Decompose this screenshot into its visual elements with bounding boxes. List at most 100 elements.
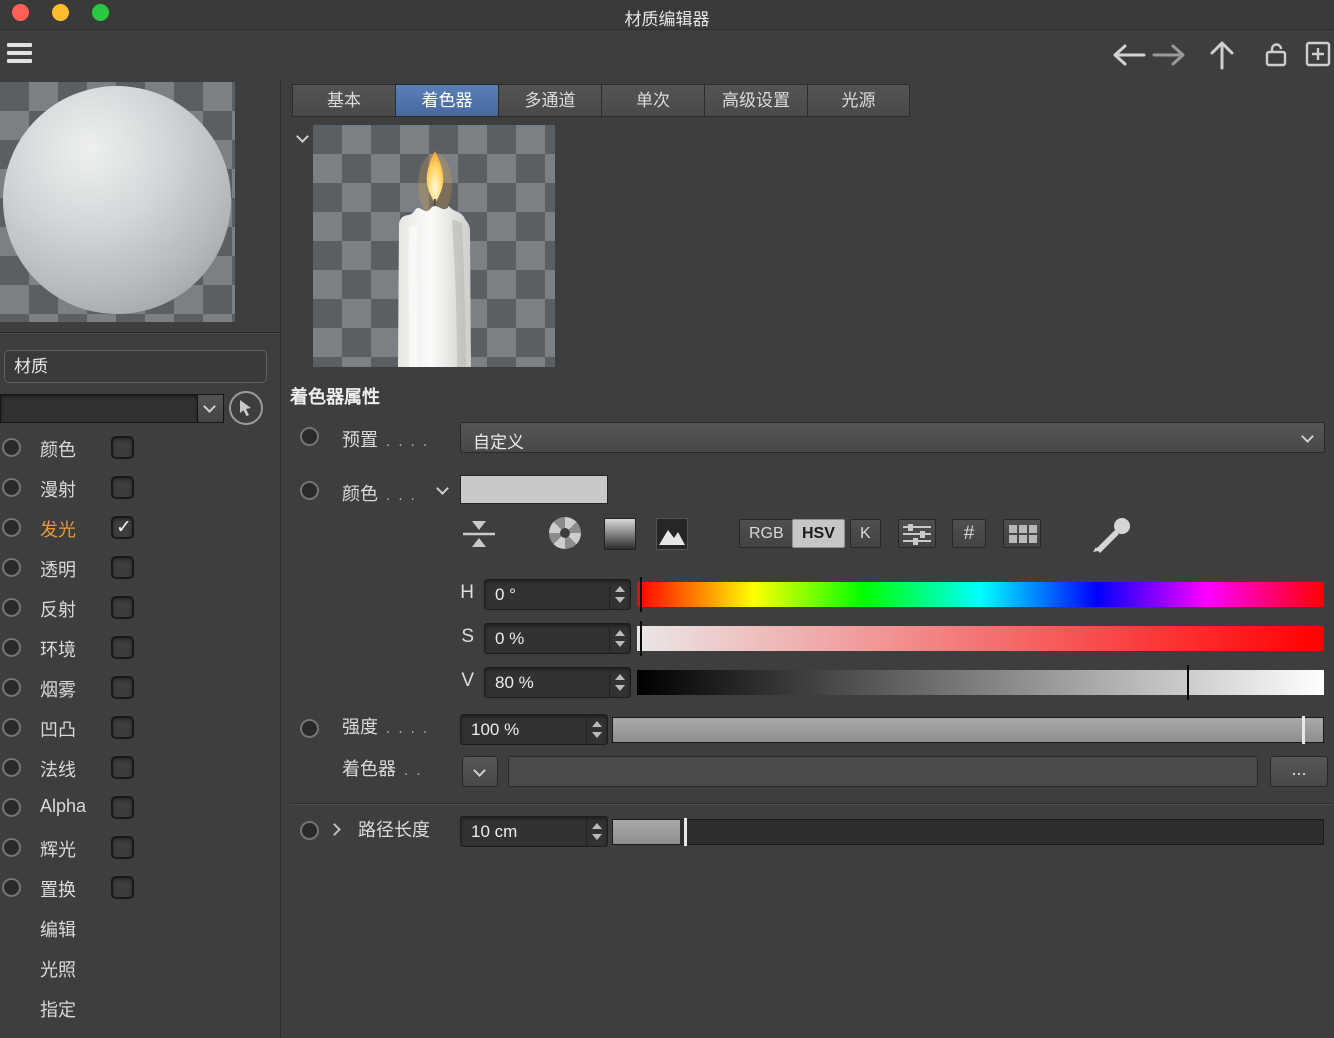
- channel-checkbox[interactable]: [111, 596, 134, 619]
- material-name-field[interactable]: 材质: [4, 350, 267, 383]
- tab-advanced[interactable]: 高级设置: [704, 84, 807, 117]
- spinner-arrows[interactable]: [586, 817, 607, 846]
- hue-gradient-slider[interactable]: [637, 577, 1324, 612]
- preset-anim-radio[interactable]: [300, 427, 319, 446]
- channel-enable-radio[interactable]: [2, 518, 21, 537]
- intensity-anim-radio[interactable]: [300, 719, 319, 738]
- channel-label[interactable]: 漫射: [40, 476, 76, 502]
- channel-enable-radio[interactable]: [2, 478, 21, 497]
- channel-enable-radio[interactable]: [2, 838, 21, 857]
- channel-checkbox[interactable]: [111, 756, 134, 779]
- spinner-up-icon[interactable]: [615, 586, 625, 592]
- add-window-icon[interactable]: [1305, 41, 1331, 67]
- preset-dropdown[interactable]: 自定义: [460, 422, 1325, 453]
- saturation-marker[interactable]: [639, 621, 642, 656]
- channel-checkbox[interactable]: [111, 516, 134, 539]
- value-value-field[interactable]: 80 %: [484, 667, 631, 698]
- intensity-value-field[interactable]: 100 %: [460, 714, 608, 745]
- channel-label[interactable]: 辉光: [40, 836, 76, 862]
- spinner-up-icon[interactable]: [615, 674, 625, 680]
- channel-enable-radio[interactable]: [2, 678, 21, 697]
- color-wheel-icon[interactable]: [549, 517, 581, 549]
- slider-thumb[interactable]: [684, 818, 687, 846]
- hue-value-field[interactable]: 0 °: [484, 579, 631, 610]
- mixer-mode-button[interactable]: [898, 519, 936, 548]
- path-length-slider[interactable]: [612, 818, 1324, 846]
- channel-enable-radio[interactable]: [2, 718, 21, 737]
- compare-colors-icon[interactable]: [460, 517, 498, 551]
- value-gradient-slider[interactable]: [637, 665, 1324, 700]
- slider-thumb[interactable]: [1301, 716, 1305, 744]
- sidebar-item-label[interactable]: 光照: [40, 956, 76, 982]
- spinner-down-icon[interactable]: [615, 685, 625, 691]
- spinner-arrows[interactable]: [586, 715, 607, 744]
- lock-icon[interactable]: [1264, 41, 1288, 68]
- channel-label[interactable]: 置换: [40, 876, 76, 902]
- channel-checkbox[interactable]: [111, 876, 134, 899]
- spinner-arrows[interactable]: [609, 580, 630, 609]
- channel-enable-radio[interactable]: [2, 798, 21, 817]
- shader-type-dropdown[interactable]: [462, 756, 498, 787]
- channel-checkbox[interactable]: [111, 436, 134, 459]
- gradient-mode-icon[interactable]: [604, 518, 636, 550]
- spinner-up-icon[interactable]: [592, 721, 602, 727]
- path-length-value-field[interactable]: 10 cm: [460, 816, 608, 847]
- channel-checkbox[interactable]: [111, 716, 134, 739]
- spinner-down-icon[interactable]: [615, 641, 625, 647]
- spinner-down-icon[interactable]: [615, 597, 625, 603]
- path-length-anim-radio[interactable]: [300, 821, 319, 840]
- channel-label[interactable]: Alpha: [40, 796, 86, 817]
- color-swatch[interactable]: [460, 475, 608, 504]
- channel-enable-radio[interactable]: [2, 598, 21, 617]
- channel-label[interactable]: 法线: [40, 756, 76, 782]
- eyedropper-icon[interactable]: [1089, 510, 1135, 554]
- channel-checkbox[interactable]: [111, 836, 134, 859]
- channel-label[interactable]: 凹凸: [40, 716, 76, 742]
- hsv-mode-button[interactable]: HSV: [792, 519, 845, 548]
- channel-checkbox[interactable]: [111, 556, 134, 579]
- shader-preview-image[interactable]: [313, 125, 555, 367]
- channel-enable-radio[interactable]: [2, 438, 21, 457]
- spinner-up-icon[interactable]: [615, 630, 625, 636]
- channel-checkbox[interactable]: [111, 676, 134, 699]
- saturation-gradient-slider[interactable]: [637, 621, 1324, 656]
- channel-enable-radio[interactable]: [2, 878, 21, 897]
- channel-enable-radio[interactable]: [2, 558, 21, 577]
- spinner-up-icon[interactable]: [592, 823, 602, 829]
- rgb-mode-button[interactable]: RGB: [739, 519, 794, 548]
- k-mode-button[interactable]: K: [850, 519, 881, 548]
- image-mode-icon[interactable]: [656, 518, 688, 550]
- up-arrow-icon[interactable]: [1209, 40, 1235, 70]
- pick-material-button[interactable]: [229, 391, 263, 425]
- channel-checkbox[interactable]: [111, 796, 134, 819]
- color-collapse-chevron-icon[interactable]: [436, 482, 449, 495]
- tab-shader[interactable]: 着色器: [395, 84, 498, 117]
- intensity-slider[interactable]: [612, 716, 1324, 744]
- tab-multichannel[interactable]: 多通道: [498, 84, 601, 117]
- preview-collapse-chevron-icon[interactable]: [296, 130, 309, 143]
- hue-marker[interactable]: [639, 577, 642, 612]
- channel-label[interactable]: 环境: [40, 636, 76, 662]
- material-preview[interactable]: [0, 82, 235, 322]
- spinner-arrows[interactable]: [609, 624, 630, 653]
- material-filter-dropdown[interactable]: [197, 394, 224, 423]
- channel-enable-radio[interactable]: [2, 638, 21, 657]
- material-filter-input[interactable]: [0, 394, 198, 423]
- forward-arrow-icon[interactable]: [1150, 43, 1188, 67]
- shader-link-field[interactable]: [508, 756, 1258, 787]
- channel-checkbox[interactable]: [111, 476, 134, 499]
- menu-icon[interactable]: [7, 43, 32, 67]
- spinner-arrows[interactable]: [609, 668, 630, 697]
- channel-enable-radio[interactable]: [2, 758, 21, 777]
- sidebar-item-label[interactable]: 指定: [40, 996, 76, 1022]
- channel-label[interactable]: 反射: [40, 596, 76, 622]
- hex-mode-button[interactable]: #: [952, 519, 986, 548]
- shader-more-button[interactable]: ...: [1270, 756, 1328, 787]
- saturation-value-field[interactable]: 0 %: [484, 623, 631, 654]
- swatches-mode-button[interactable]: [1003, 519, 1041, 548]
- sidebar-item-label[interactable]: 编辑: [40, 916, 76, 942]
- spinner-down-icon[interactable]: [592, 834, 602, 840]
- channel-checkbox[interactable]: [111, 636, 134, 659]
- path-length-expand-icon[interactable]: [328, 823, 341, 836]
- channel-label[interactable]: 烟雾: [40, 676, 76, 702]
